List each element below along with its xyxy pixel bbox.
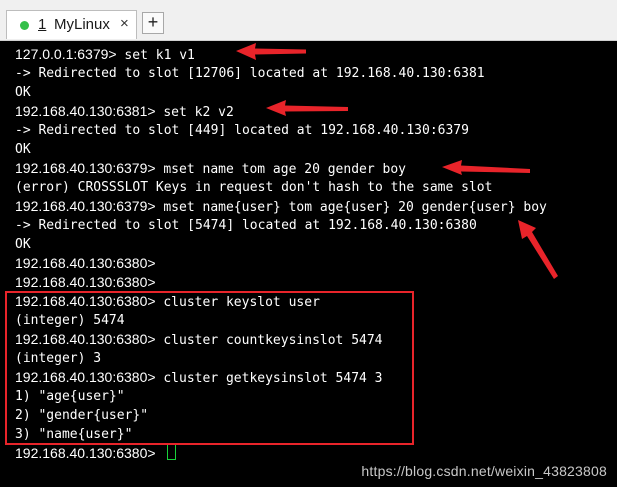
terminal-line: 127.0.0.1:6379> set k1 v1: [15, 45, 547, 64]
terminal-line: 192.168.40.130:6381> set k2 v2: [15, 102, 547, 121]
terminal-line: -> Redirected to slot [449] located at 1…: [15, 121, 547, 140]
terminal-line: -> Redirected to slot [5474] located at …: [15, 216, 547, 235]
tab-index: 1: [38, 16, 47, 33]
shell-prompt: 192.168.40.130:6379>: [15, 160, 156, 176]
watermark: https://blog.csdn.net/weixin_43823808: [361, 463, 607, 479]
terminal-line: OK: [15, 83, 547, 102]
line-text: OK: [15, 142, 31, 157]
line-text: OK: [15, 85, 31, 100]
shell-prompt: 192.168.40.130:6381>: [15, 103, 156, 119]
shell-prompt: 192.168.40.130:6380>: [15, 274, 156, 290]
text-cursor: [167, 444, 177, 460]
terminal-line: 192.168.40.130:6379> mset name{user} tom…: [15, 197, 547, 216]
line-text: -> Redirected to slot [449] located at 1…: [15, 123, 469, 138]
line-text: set k2 v2: [155, 105, 234, 120]
line-text: (error) CROSSSLOT Keys in request don't …: [15, 180, 493, 195]
terminal-line: OK: [15, 140, 547, 159]
terminal-line: 192.168.40.130:6380>: [15, 273, 547, 292]
tab-bar: 1 MyLinux × +: [0, 0, 617, 41]
shell-prompt: 192.168.40.130:6379>: [15, 198, 156, 214]
shell-prompt: 192.168.40.130:6380>: [15, 445, 156, 461]
terminal-line: 192.168.40.130:6379> mset name tom age 2…: [15, 159, 547, 178]
line-text: -> Redirected to slot [12706] located at…: [15, 66, 485, 81]
terminal-line: OK: [15, 235, 547, 254]
shell-prompt: 127.0.0.1:6379>: [15, 46, 117, 62]
add-tab-button[interactable]: +: [142, 12, 164, 34]
terminal-line: (error) CROSSSLOT Keys in request don't …: [15, 178, 547, 197]
line-text: OK: [15, 237, 31, 252]
annotation-highlight-box: [5, 291, 414, 445]
tab-title: MyLinux: [54, 16, 110, 33]
line-text: -> Redirected to slot [5474] located at …: [15, 218, 477, 233]
line-text: mset name tom age 20 gender boy: [155, 162, 406, 177]
tab-mylinux[interactable]: 1 MyLinux ×: [6, 10, 137, 39]
close-icon[interactable]: ×: [120, 15, 129, 32]
line-text: mset name{user} tom age{user} 20 gender{…: [155, 200, 547, 215]
connection-status-dot: [20, 21, 29, 30]
terminal-line: 192.168.40.130:6380>: [15, 254, 547, 273]
terminal-output[interactable]: 127.0.0.1:6379> set k1 v1 -> Redirected t…: [0, 41, 617, 487]
terminal-line: 192.168.40.130:6380>: [15, 444, 547, 463]
shell-prompt: 192.168.40.130:6380>: [15, 255, 156, 271]
line-text: [156, 447, 164, 462]
terminal-line: -> Redirected to slot [12706] located at…: [15, 64, 547, 83]
line-text: set k1 v1: [116, 48, 195, 63]
